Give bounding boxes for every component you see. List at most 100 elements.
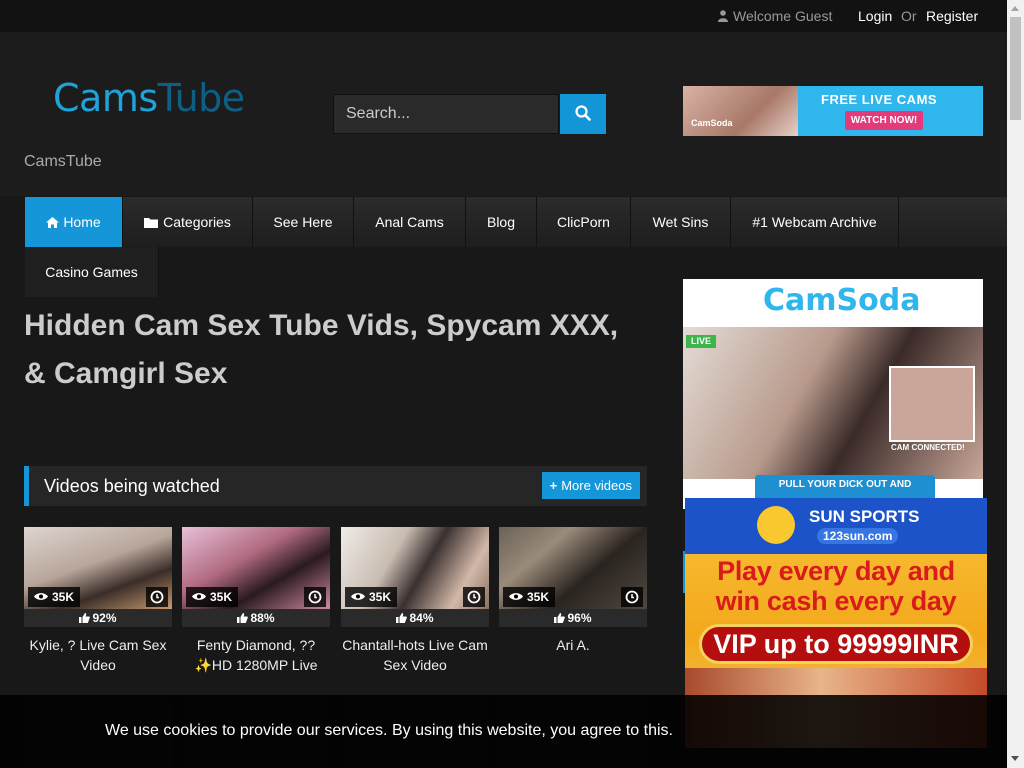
scrollbar[interactable] bbox=[1007, 0, 1024, 768]
live-badge: LIVE bbox=[686, 335, 716, 348]
thumb-overlay: 35K bbox=[499, 585, 647, 609]
welcome-text: Welcome Guest bbox=[718, 8, 832, 24]
logo-part-tube: Tube bbox=[157, 76, 246, 120]
top-bar: Welcome Guest Login Or Register bbox=[0, 0, 1007, 32]
nav-item-webcam-archive[interactable]: #1 Webcam Archive bbox=[731, 197, 899, 247]
ad-cta-button[interactable]: WATCH NOW! bbox=[845, 111, 923, 130]
register-link[interactable]: Register bbox=[926, 8, 978, 24]
nav-item-clicporn[interactable]: ClicPorn bbox=[537, 197, 631, 247]
cookie-message: We use cookies to provide our services. … bbox=[105, 722, 673, 739]
welcome-label: Welcome Guest bbox=[733, 8, 833, 24]
thumb-overlay: 35K bbox=[182, 585, 330, 609]
nav-item-see-here[interactable]: See Here bbox=[253, 197, 354, 247]
or-text: Or bbox=[901, 8, 917, 24]
thumbs-up-icon bbox=[554, 613, 566, 623]
rating-value: 84% bbox=[409, 611, 434, 625]
cam-inset bbox=[889, 366, 975, 442]
views-badge: 35K bbox=[28, 587, 81, 607]
ad-line-2: win cash every day bbox=[715, 586, 957, 616]
video-title[interactable]: Chantall-hots Live Cam Sex Video bbox=[341, 635, 489, 675]
rating-bar: 96% bbox=[499, 609, 647, 627]
search-input[interactable] bbox=[333, 94, 559, 134]
views-badge: 35K bbox=[186, 587, 239, 607]
nav-item-anal-cams[interactable]: Anal Cams bbox=[354, 197, 466, 247]
rating-bar: 92% bbox=[24, 609, 172, 627]
duration-badge bbox=[463, 587, 485, 607]
views-count: 35K bbox=[527, 590, 550, 604]
search-icon bbox=[575, 104, 591, 121]
duration-badge bbox=[304, 587, 326, 607]
login-link[interactable]: Login bbox=[858, 8, 892, 24]
views-count: 35K bbox=[369, 590, 392, 604]
scrollbar-thumb[interactable] bbox=[1010, 17, 1021, 120]
more-videos-button[interactable]: + More videos bbox=[541, 472, 640, 499]
video-title[interactable]: Fenty Diamond, ?? ✨HD 1280MP Live bbox=[182, 635, 330, 675]
folder-icon bbox=[144, 218, 159, 228]
page-title: Hidden Cam Sex Tube Vids, Spycam XXX, & … bbox=[24, 309, 619, 390]
clock-icon bbox=[467, 590, 481, 604]
video-thumbnail[interactable]: 35K bbox=[499, 527, 647, 609]
video-title[interactable]: Kylie, ? Live Cam Sex Video bbox=[24, 635, 172, 675]
clock-icon bbox=[625, 590, 639, 604]
rating-value: 88% bbox=[250, 611, 275, 625]
duration-badge bbox=[621, 587, 643, 607]
site-tagline: CamsTube bbox=[24, 153, 102, 170]
clock-icon bbox=[150, 590, 164, 604]
home-icon bbox=[46, 217, 60, 228]
nav-row: Home Categories See Here Anal Cams Blog … bbox=[25, 197, 1007, 247]
thumbs-up-icon bbox=[237, 613, 249, 623]
ad-vip-button[interactable]: VIP up to 99999INR bbox=[699, 624, 973, 664]
search-form bbox=[333, 94, 606, 134]
video-thumbnail[interactable]: 35K bbox=[341, 527, 489, 609]
plus-icon: + bbox=[549, 478, 558, 493]
thumb-overlay: 35K bbox=[341, 585, 489, 609]
video-title[interactable]: Ari A. bbox=[499, 635, 647, 655]
nav-item-categories[interactable]: Categories bbox=[123, 197, 253, 247]
more-videos-label: More videos bbox=[561, 478, 632, 493]
video-thumbnail[interactable]: 35K bbox=[24, 527, 172, 609]
eye-icon bbox=[509, 593, 523, 600]
user-icon bbox=[718, 10, 728, 22]
nav-item-blog[interactable]: Blog bbox=[466, 197, 537, 247]
logo-part-cams: Cams bbox=[53, 76, 158, 120]
views-count: 35K bbox=[52, 590, 75, 604]
site-logo[interactable]: CamsTube bbox=[53, 76, 245, 120]
header-ad-banner[interactable]: CamSoda FREE LIVE CAMS WATCH NOW! bbox=[683, 86, 983, 136]
section-title: Videos being watched bbox=[44, 476, 220, 496]
ad-headline: FREE LIVE CAMS bbox=[821, 92, 938, 107]
rating-value: 96% bbox=[567, 611, 592, 625]
section-header: Videos being watched + More videos bbox=[24, 466, 647, 506]
rating-bar: 84% bbox=[341, 609, 489, 627]
thumb-overlay: 35K bbox=[24, 585, 172, 609]
video-thumbnail[interactable]: 35K bbox=[182, 527, 330, 609]
nav-label: Home bbox=[63, 214, 101, 230]
views-badge: 35K bbox=[503, 587, 556, 607]
ad-headline: Play every day and win cash every day bbox=[685, 556, 987, 616]
sun-logo-icon bbox=[757, 506, 795, 544]
nav-label: Categories bbox=[163, 214, 231, 230]
eye-icon bbox=[351, 593, 365, 600]
ad-image bbox=[683, 86, 798, 136]
ad-line-1: Play every day and bbox=[717, 556, 955, 586]
nav-item-casino-games[interactable]: Casino Games bbox=[25, 247, 159, 297]
nav-item-wet-sins[interactable]: Wet Sins bbox=[631, 197, 731, 247]
rating-bar: 88% bbox=[182, 609, 330, 627]
ad-brand: CamSoda bbox=[763, 283, 921, 318]
search-button[interactable] bbox=[560, 94, 606, 134]
rating-value: 92% bbox=[92, 611, 117, 625]
duration-badge bbox=[146, 587, 168, 607]
scroll-up-icon[interactable] bbox=[1011, 6, 1019, 11]
clock-icon bbox=[308, 590, 322, 604]
ad-brand: SUN SPORTS bbox=[809, 507, 920, 526]
thumbs-up-icon bbox=[79, 613, 91, 623]
cam-connected-text: CAM CONNECTED! bbox=[891, 443, 965, 452]
thumbs-up-icon bbox=[396, 613, 408, 623]
views-count: 35K bbox=[210, 590, 233, 604]
eye-icon bbox=[34, 593, 48, 600]
sidebar-ad-camsoda[interactable]: CamSoda LIVE CAM CONNECTED! PULL YOUR DI… bbox=[683, 279, 983, 509]
ad-url: 123sun.com bbox=[817, 528, 899, 544]
ad-brand: CamSoda bbox=[691, 118, 733, 128]
cookie-banner[interactable]: We use cookies to provide our services. … bbox=[0, 695, 1007, 768]
scroll-down-icon[interactable] bbox=[1011, 756, 1019, 761]
nav-item-home[interactable]: Home bbox=[25, 197, 123, 247]
